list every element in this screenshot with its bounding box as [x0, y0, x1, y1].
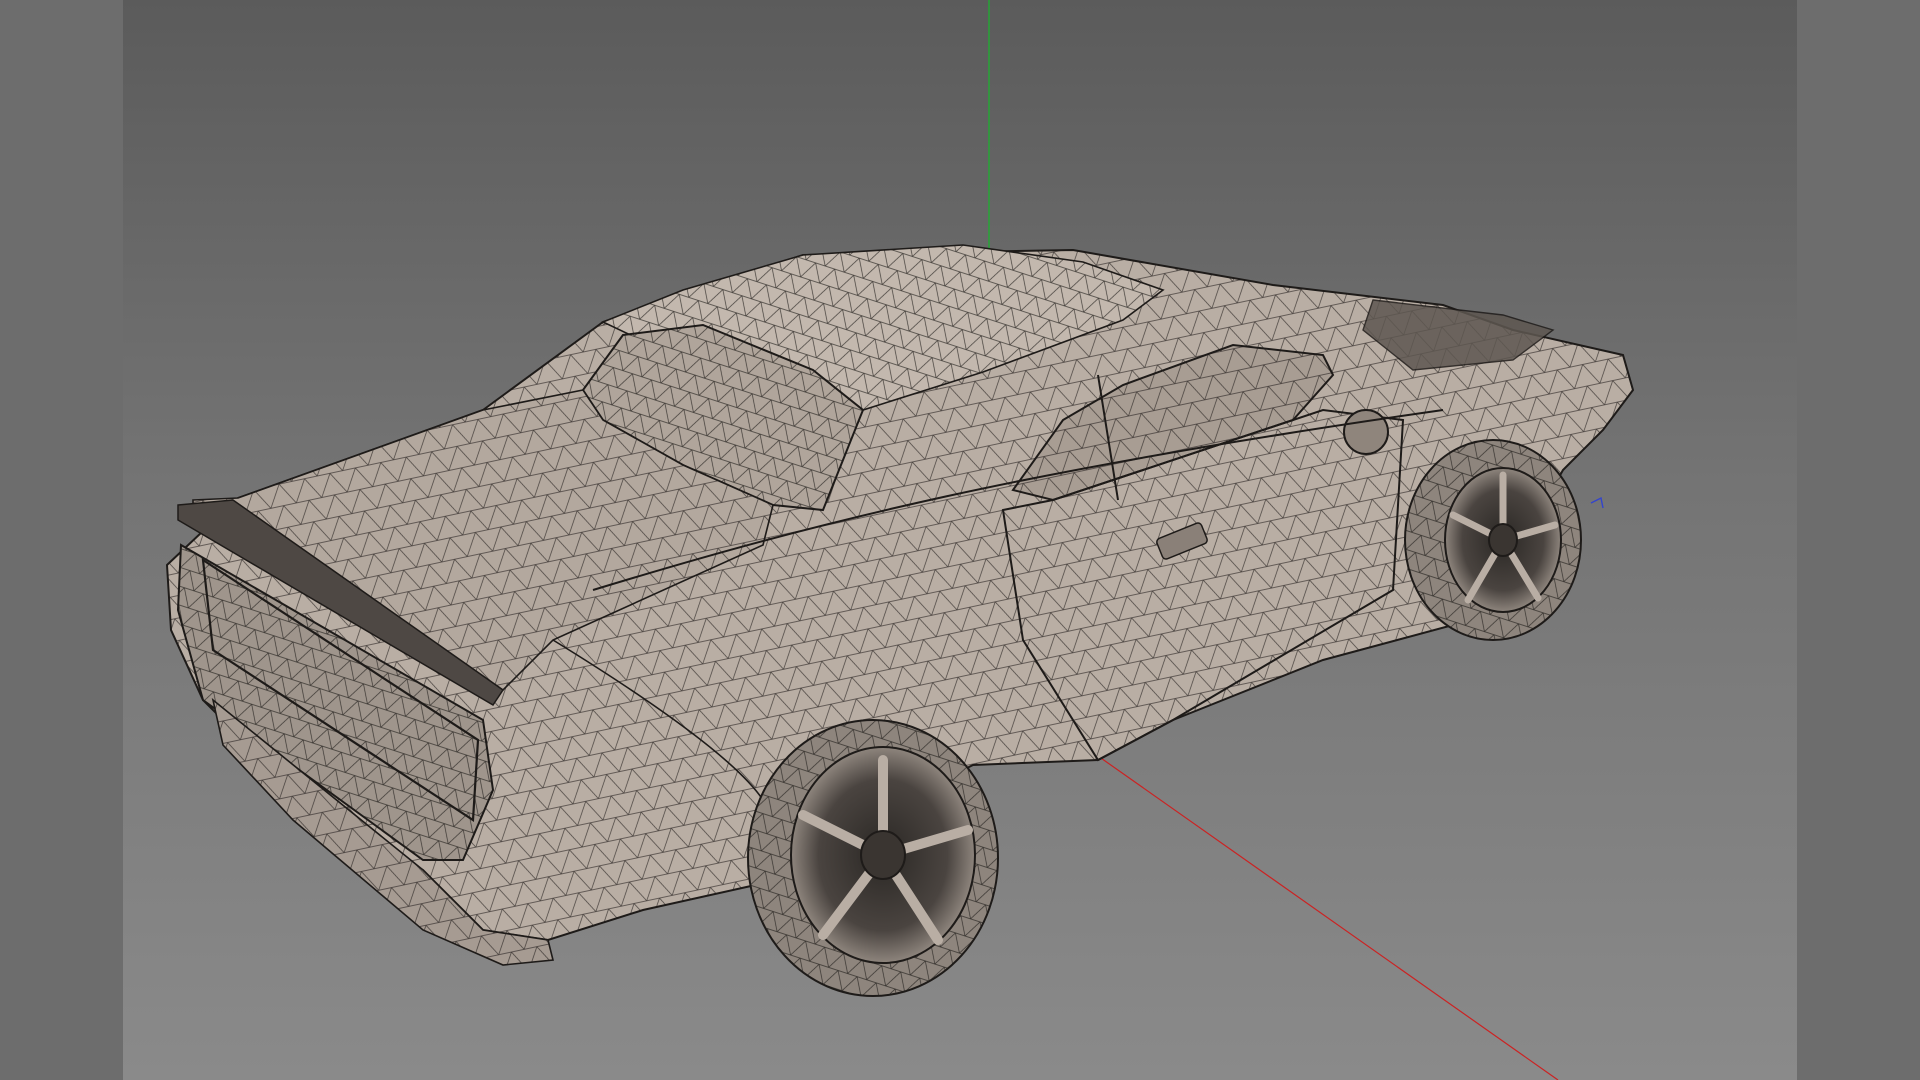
app-window: [0, 0, 1920, 1080]
z-axis-line: [1590, 496, 1604, 509]
3d-viewport[interactable]: [123, 0, 1797, 1080]
front-wheel: [1404, 439, 1582, 641]
viewport-canvas[interactable]: [123, 0, 1797, 1080]
right-side-panel: [1797, 0, 1920, 1080]
rear-wheel: [747, 719, 999, 997]
left-side-panel: [0, 0, 123, 1080]
car-mesh[interactable]: [165, 244, 1635, 997]
x-axis-line: [1097, 755, 1559, 1080]
side-mirror: [1343, 409, 1389, 455]
